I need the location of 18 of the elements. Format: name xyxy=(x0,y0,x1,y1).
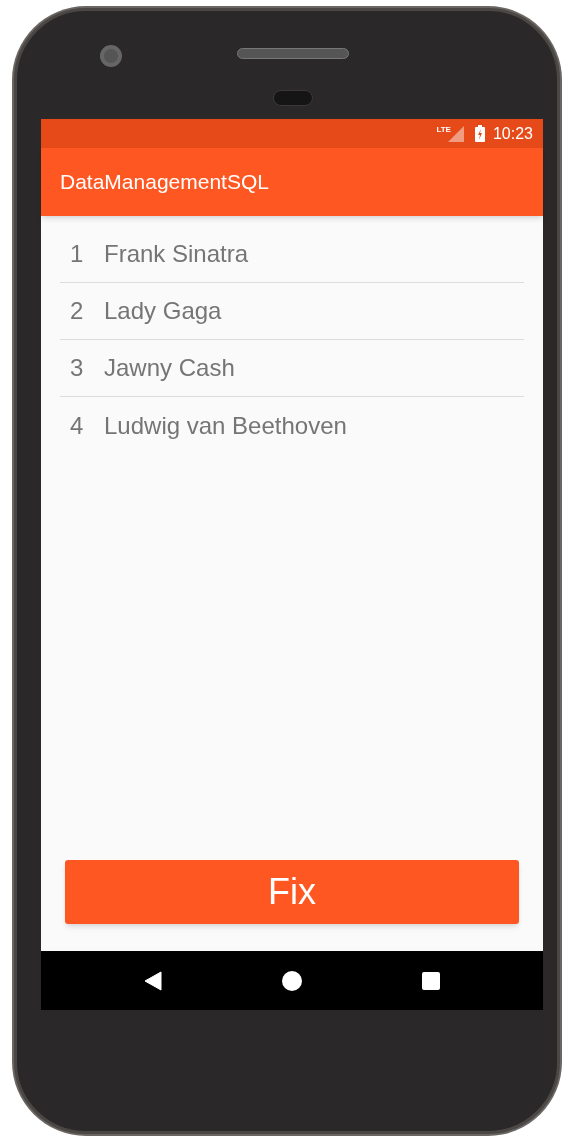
row-number: 1 xyxy=(69,239,85,269)
camera-icon xyxy=(100,45,122,67)
app-title: DataManagementSQL xyxy=(60,169,269,196)
row-number: 4 xyxy=(69,410,85,441)
row-number: 3 xyxy=(69,353,85,383)
home-icon[interactable] xyxy=(282,970,302,991)
row-number: 2 xyxy=(69,296,85,326)
person-name: Lady Gaga xyxy=(104,296,222,326)
fix-button[interactable]: Fix xyxy=(65,860,519,924)
person-name: Ludwig van Beethoven xyxy=(104,410,347,441)
battery-icon xyxy=(474,125,485,142)
clock: 10:23 xyxy=(492,123,533,144)
person-name: Frank Sinatra xyxy=(104,239,249,269)
person-name: Jawny Cash xyxy=(104,353,235,383)
sensor xyxy=(273,90,313,106)
back-icon[interactable] xyxy=(144,970,162,991)
network-label: LTE xyxy=(436,124,451,136)
recents-icon[interactable] xyxy=(422,971,440,990)
